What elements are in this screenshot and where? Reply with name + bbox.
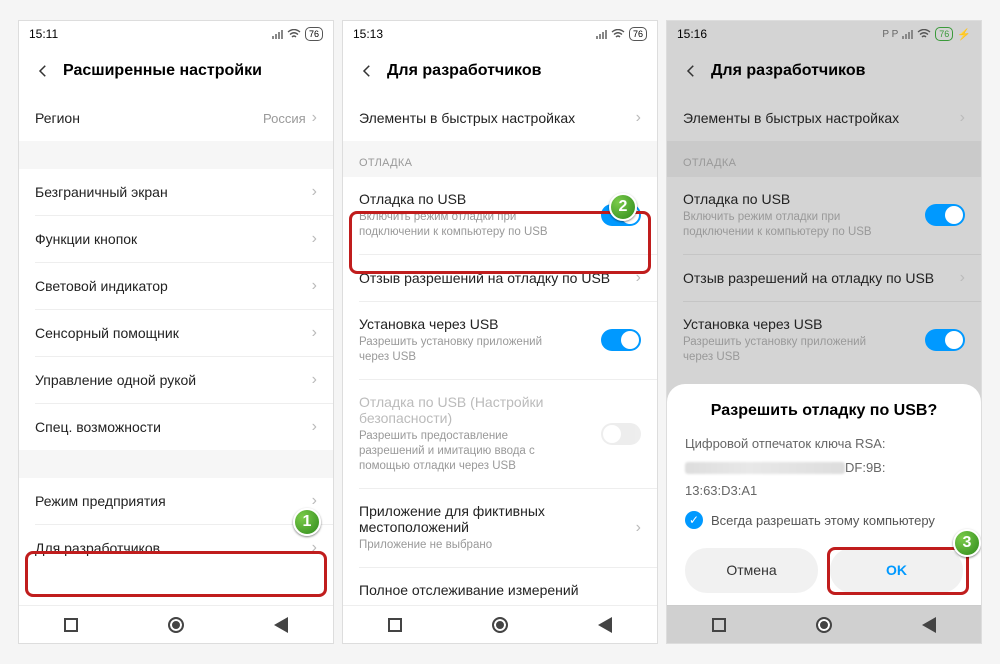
page-title: Для разработчиков bbox=[387, 62, 541, 80]
list-item[interactable]: Сенсорный помощник› bbox=[19, 310, 333, 356]
usb-debug-row: Отладка по USBВключить режим отладки при… bbox=[667, 177, 981, 254]
header: Для разработчиков bbox=[343, 47, 657, 95]
step-badge-2: 2 bbox=[609, 193, 637, 221]
status-bar: 15:16 P P 76 ⚡ bbox=[667, 21, 981, 47]
install-usb-toggle bbox=[925, 329, 965, 351]
battery-icon: 76 bbox=[629, 27, 647, 41]
mock-location-row[interactable]: Приложение для фиктивных местоположенийП… bbox=[343, 489, 657, 567]
nav-bar bbox=[19, 605, 333, 643]
rsa-fingerprint-redacted bbox=[685, 462, 845, 474]
always-allow-row[interactable]: ✓ Всегда разрешать этому компьютеру bbox=[685, 511, 963, 531]
back-button[interactable] bbox=[29, 57, 57, 85]
list-item[interactable]: Функции кнопок› bbox=[19, 216, 333, 262]
chevron-right-icon: › bbox=[312, 492, 317, 510]
nav-back-icon[interactable] bbox=[922, 617, 936, 633]
list-item[interactable]: Спец. возможности› bbox=[19, 404, 333, 450]
status-bar: 15:13 76 bbox=[343, 21, 657, 47]
chevron-right-icon: › bbox=[312, 418, 317, 436]
wifi-icon bbox=[917, 29, 931, 39]
nav-recent-icon[interactable] bbox=[64, 618, 78, 632]
install-usb-row[interactable]: Установка через USBРазрешить установку п… bbox=[343, 302, 657, 379]
dialog-body: Цифровой отпечаток ключа RSA: DF:9B: 13:… bbox=[685, 434, 963, 593]
content: Регион Россия › Безграничный экран› Функ… bbox=[19, 95, 333, 605]
chevron-right-icon: › bbox=[960, 269, 965, 287]
list-item[interactable]: Безграничный экран› bbox=[19, 169, 333, 215]
status-right: 76 bbox=[596, 27, 647, 41]
chevron-right-icon: › bbox=[960, 109, 965, 127]
nav-recent-icon[interactable] bbox=[388, 618, 402, 632]
rsa-line2: 13:63:D3:A1 bbox=[685, 481, 963, 501]
step-badge-1: 1 bbox=[293, 508, 321, 536]
battery-icon: 76 bbox=[935, 27, 953, 41]
chevron-right-icon: › bbox=[312, 324, 317, 342]
chevron-right-icon: › bbox=[636, 269, 641, 287]
quick-tiles-row[interactable]: Элементы в быстрых настройках› bbox=[343, 95, 657, 141]
chevron-right-icon: › bbox=[636, 519, 641, 537]
header: Для разработчиков bbox=[667, 47, 981, 95]
section-header-debug: ОТЛАДКА bbox=[343, 141, 657, 177]
signal-icon bbox=[596, 29, 607, 39]
revoke-row: Отзыв разрешений на отладку по USB› bbox=[667, 255, 981, 301]
revoke-row[interactable]: Отзыв разрешений на отладку по USB› bbox=[343, 255, 657, 301]
status-right: 76 bbox=[272, 27, 323, 41]
content: Элементы в быстрых настройках› ОТЛАДКА О… bbox=[343, 95, 657, 605]
phone-screen-3: 15:16 P P 76 ⚡ Для разработчиков Элемент… bbox=[666, 20, 982, 644]
status-right: P P 76 ⚡ bbox=[882, 27, 971, 41]
developer-options-row[interactable]: Для разработчиков› bbox=[19, 525, 333, 571]
header: Расширенные настройки bbox=[19, 47, 333, 95]
usb-debug-toggle bbox=[925, 204, 965, 226]
usb-debug-row[interactable]: Отладка по USBВключить режим отладки при… bbox=[343, 177, 657, 254]
chevron-right-icon: › bbox=[312, 539, 317, 557]
signal-icon bbox=[272, 29, 283, 39]
chevron-right-icon: › bbox=[312, 371, 317, 389]
list-item[interactable]: Управление одной рукой› bbox=[19, 357, 333, 403]
usb-security-row[interactable]: Отладка по USB (Настройки безопасности)Р… bbox=[343, 380, 657, 488]
nav-home-icon[interactable] bbox=[816, 617, 832, 633]
region-row[interactable]: Регион Россия › bbox=[19, 95, 333, 141]
wifi-icon bbox=[611, 29, 625, 39]
enterprise-row[interactable]: Режим предприятия› bbox=[19, 478, 333, 524]
checkbox-checked-icon[interactable]: ✓ bbox=[685, 511, 703, 529]
chevron-right-icon: › bbox=[636, 109, 641, 127]
list-item[interactable]: Световой индикатор› bbox=[19, 263, 333, 309]
measurements-row[interactable]: Полное отслеживание измерений bbox=[343, 568, 657, 604]
nav-back-icon[interactable] bbox=[274, 617, 288, 633]
nav-bar bbox=[343, 605, 657, 643]
nav-back-icon[interactable] bbox=[598, 617, 612, 633]
step-badge-3: 3 bbox=[953, 529, 981, 557]
chevron-right-icon: › bbox=[312, 230, 317, 248]
status-time: 15:11 bbox=[29, 27, 58, 41]
back-button bbox=[677, 57, 705, 85]
rsa-label: Цифровой отпечаток ключа RSA: bbox=[685, 434, 963, 454]
page-title: Расширенные настройки bbox=[63, 62, 262, 80]
chevron-right-icon: › bbox=[312, 109, 317, 127]
cancel-button[interactable]: Отмена bbox=[685, 548, 818, 593]
ok-button[interactable]: OK bbox=[830, 548, 963, 593]
status-time: 15:13 bbox=[353, 27, 383, 41]
install-usb-toggle[interactable] bbox=[601, 329, 641, 351]
nav-home-icon[interactable] bbox=[168, 617, 184, 633]
phone-screen-2: 15:13 76 Для разработчиков Элементы в бы… bbox=[342, 20, 658, 644]
page-title: Для разработчиков bbox=[711, 62, 865, 80]
usb-security-toggle[interactable] bbox=[601, 423, 641, 445]
battery-icon: 76 bbox=[305, 27, 323, 41]
status-bar: 15:11 76 bbox=[19, 21, 333, 47]
phone-screen-1: 15:11 76 Расширенные настройки Регион Ро… bbox=[18, 20, 334, 644]
dialog-title: Разрешить отладку по USB? bbox=[685, 402, 963, 420]
section-header-debug: ОТЛАДКА bbox=[667, 141, 981, 177]
chevron-right-icon: › bbox=[312, 183, 317, 201]
chevron-right-icon: › bbox=[312, 277, 317, 295]
quick-tiles-row: Элементы в быстрых настройках› bbox=[667, 95, 981, 141]
nav-recent-icon[interactable] bbox=[712, 618, 726, 632]
install-usb-row: Установка через USBРазрешить установку п… bbox=[667, 302, 981, 379]
nav-home-icon[interactable] bbox=[492, 617, 508, 633]
status-time: 15:16 bbox=[677, 27, 707, 41]
signal-icon bbox=[902, 29, 913, 39]
back-button[interactable] bbox=[353, 57, 381, 85]
wifi-icon bbox=[287, 29, 301, 39]
nav-bar bbox=[667, 605, 981, 643]
